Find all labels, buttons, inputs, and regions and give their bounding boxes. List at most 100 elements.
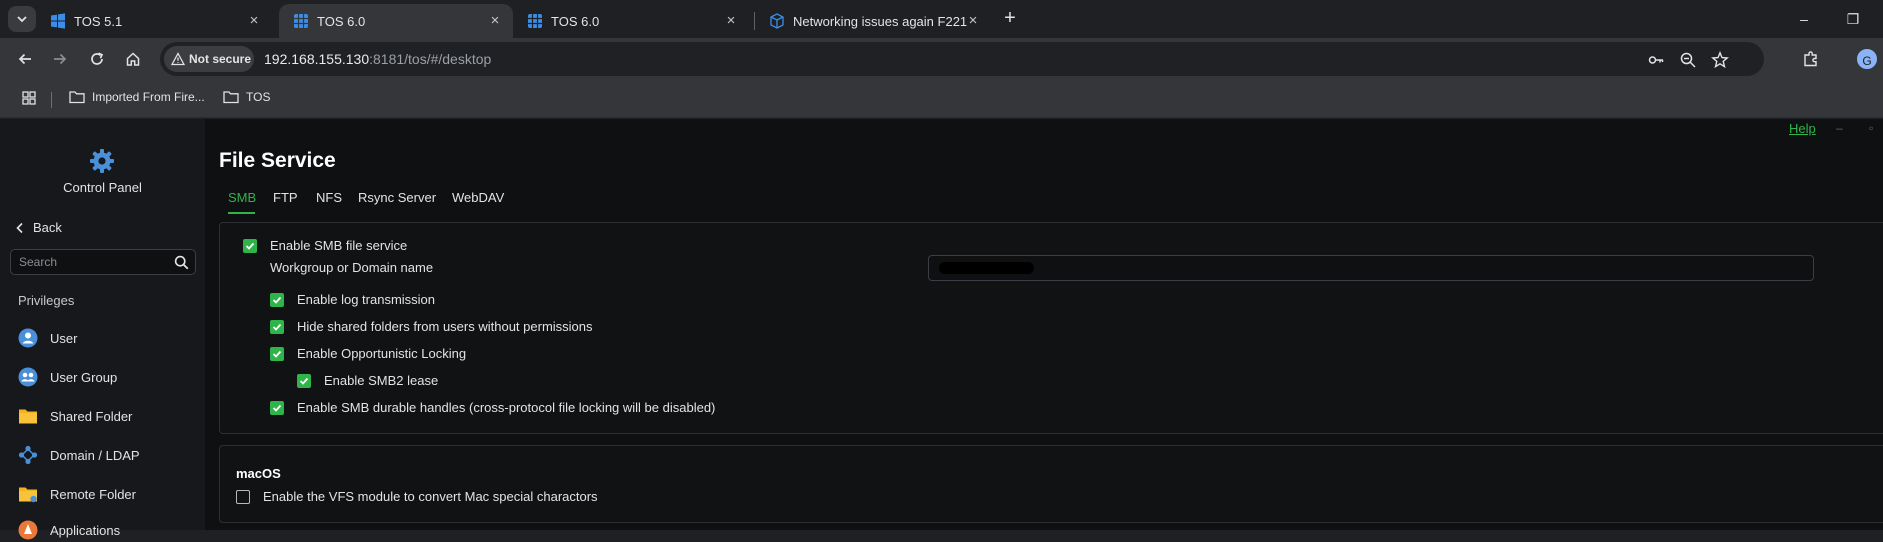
option-row[interactable]: Hide shared folders from users without p… — [270, 319, 593, 334]
sidebar-search-input[interactable]: Search — [10, 249, 196, 275]
option-row[interactable]: Enable SMB durable handles (cross-protoc… — [270, 400, 715, 415]
close-tab-icon[interactable]: × — [487, 13, 503, 29]
star-icon — [1711, 51, 1729, 69]
control-panel-sidebar: Control Panel Back Search Privileges Use… — [0, 119, 205, 540]
browser-tab[interactable]: Networking issues again F221 - × — [755, 4, 991, 38]
help-link[interactable]: Help — [1789, 121, 1816, 136]
sidebar-item-applications[interactable]: Applications — [18, 518, 120, 542]
home-icon — [126, 52, 140, 66]
browser-tab-active[interactable]: TOS 6.0 × — [279, 4, 513, 38]
sidebar-item-label: Applications — [50, 522, 121, 538]
chevron-left-icon — [16, 222, 23, 233]
vfs-checkbox[interactable] — [236, 489, 250, 504]
enable-smb-checkbox[interactable] — [243, 238, 257, 253]
home-button[interactable] — [121, 47, 145, 71]
puzzle-icon — [1804, 51, 1817, 67]
checkmark-icon — [272, 296, 282, 304]
durable-handles-checkbox[interactable] — [270, 400, 284, 415]
close-tab-icon[interactable]: × — [246, 13, 262, 29]
site-info-button[interactable]: Not secure — [164, 46, 254, 72]
bookmark-folder[interactable]: Imported From Fire... — [69, 90, 205, 104]
browser-tab[interactable]: TOS 6.0 × — [513, 4, 749, 38]
bookmark-star-button[interactable] — [1710, 50, 1730, 70]
browser-tab-strip: TOS 5.1 × TOS 6.0 × TOS 6.0 × Networking… — [0, 0, 1883, 38]
tab-search-button[interactable] — [8, 6, 36, 32]
sidebar-item-label: User — [50, 330, 78, 346]
smb2-lease-checkbox[interactable] — [297, 373, 311, 388]
profile-avatar[interactable]: G — [1855, 47, 1879, 71]
close-tab-icon[interactable]: × — [965, 13, 981, 29]
shared-folder-icon — [19, 409, 37, 424]
tab-title: TOS 6.0 — [551, 13, 600, 29]
applications-icon — [18, 520, 38, 540]
vfs-option-row[interactable]: Enable the VFS module to convert Mac spe… — [236, 489, 598, 504]
new-tab-button[interactable]: + — [998, 7, 1022, 31]
forward-button[interactable] — [48, 47, 72, 71]
tab-ftp[interactable]: FTP — [273, 190, 298, 205]
option-row[interactable]: Enable SMB2 lease — [297, 373, 438, 388]
hide-shared-folders-checkbox[interactable] — [270, 319, 284, 334]
browser-toolbar: Not secure 192.168.155.130:8181/tos/#/de… — [0, 38, 1883, 80]
url-text[interactable]: 192.168.155.130:8181/tos/#/desktop — [264, 51, 491, 67]
arrow-right-icon — [54, 53, 67, 65]
option-label: Hide shared folders from users without p… — [297, 319, 593, 334]
sidebar-item-domain-ldap[interactable]: Domain / LDAP — [18, 443, 140, 467]
window-minimize-button[interactable]: – — [1836, 121, 1843, 135]
sidebar-item-user[interactable]: User — [18, 326, 77, 350]
sidebar-item-remote-folder[interactable]: Remote Folder — [18, 482, 136, 506]
sidebar-item-user-group[interactable]: User Group — [18, 365, 117, 389]
workgroup-label: Workgroup or Domain name — [270, 260, 434, 275]
bookmarks-divider — [51, 92, 52, 108]
search-icon[interactable] — [174, 255, 189, 270]
zoom-out-icon — [1680, 52, 1696, 68]
tos-app-icon — [294, 14, 308, 28]
reload-button[interactable] — [85, 47, 109, 71]
file-service-main: Help – ▫ File Service SMB FTP NFS Rsync … — [205, 119, 1883, 530]
tab-webdav[interactable]: WebDAV — [452, 190, 504, 205]
back-button[interactable] — [13, 47, 37, 71]
enable-smb-label: Enable SMB file service — [270, 238, 408, 253]
user-icon — [18, 328, 38, 348]
tab-title: Networking issues again F221 - — [793, 13, 969, 29]
redacted-value — [939, 262, 1034, 274]
gear-icon — [90, 149, 114, 173]
window-maximize-button[interactable]: ▫ — [1869, 121, 1873, 135]
sidebar-item-shared-folder[interactable]: Shared Folder — [18, 404, 132, 428]
security-label: Not secure — [189, 52, 252, 66]
tab-smb[interactable]: SMB — [228, 190, 256, 205]
oplocks-checkbox[interactable] — [270, 346, 284, 361]
log-transmission-checkbox[interactable] — [270, 292, 284, 307]
enable-smb-row[interactable]: Enable SMB file service — [243, 238, 407, 253]
tab-rsync-server[interactable]: Rsync Server — [358, 190, 436, 205]
sidebar-item-label: Shared Folder — [50, 408, 133, 424]
page-title: File Service — [219, 149, 336, 172]
tos-app-icon — [528, 14, 542, 28]
window-restore-button[interactable]: ❐ — [1842, 8, 1864, 30]
option-label: Enable SMB2 lease — [324, 373, 439, 388]
user-group-icon — [18, 367, 38, 387]
browser-tab[interactable]: TOS 5.1 × — [36, 4, 272, 38]
active-tab-indicator — [228, 212, 255, 214]
bookmark-folder[interactable]: TOS — [223, 90, 270, 104]
folder-icon — [69, 91, 85, 104]
tab-title: TOS 6.0 — [317, 13, 366, 29]
option-label: Enable log transmission — [297, 292, 436, 307]
tab-nfs[interactable]: NFS — [316, 190, 342, 205]
apps-shortcut-button[interactable] — [22, 91, 43, 105]
window-minimize-button[interactable]: – — [1793, 8, 1815, 30]
password-key-button[interactable] — [1646, 50, 1666, 70]
key-icon — [1648, 56, 1664, 64]
option-label: Enable SMB durable handles (cross-protoc… — [297, 400, 716, 415]
option-row[interactable]: Enable log transmission — [270, 292, 435, 307]
close-tab-icon[interactable]: × — [723, 13, 739, 29]
folder-icon — [223, 91, 239, 104]
extensions-button[interactable] — [1801, 49, 1821, 69]
back-link[interactable]: Back — [14, 220, 62, 235]
sidebar-item-label: Domain / LDAP — [50, 447, 140, 463]
workgroup-input[interactable] — [928, 255, 1814, 281]
option-row[interactable]: Enable Opportunistic Locking — [270, 346, 466, 361]
zoom-button[interactable] — [1678, 50, 1698, 70]
address-bar[interactable]: Not secure 192.168.155.130:8181/tos/#/de… — [160, 42, 1764, 76]
smb-settings-panel: Enable SMB file service Workgroup or Dom… — [219, 222, 1883, 434]
bookmark-label: TOS — [246, 90, 271, 104]
